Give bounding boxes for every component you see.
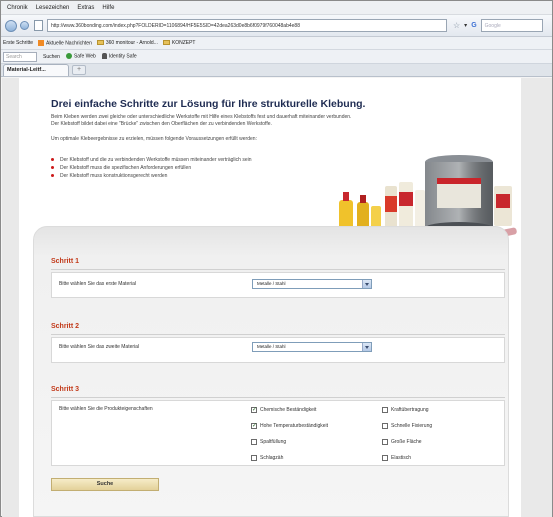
checkbox-unchecked[interactable] bbox=[251, 455, 257, 461]
page-title: Drei einfache Schritte zur Lösung für Ih… bbox=[51, 98, 366, 110]
security-toolbar: Search Suchen Safe Web Identity Safe bbox=[1, 50, 552, 64]
back-button[interactable] bbox=[5, 19, 17, 32]
bookmark-konzept-label: KONZEPT bbox=[171, 40, 196, 46]
bookmark-konzept[interactable]: KONZEPT bbox=[162, 40, 196, 46]
search-submit-button[interactable]: Suche bbox=[51, 478, 159, 491]
menu-extras[interactable]: Extras bbox=[77, 5, 94, 11]
property-label: Elastisch bbox=[391, 455, 412, 461]
navigation-bar: http://www.360bonding.com/index.php?FOLD… bbox=[1, 15, 552, 37]
step3-divider bbox=[51, 397, 505, 398]
list-item: Der Klebstoff und die zu verbindenden We… bbox=[51, 156, 252, 164]
menu-lesezeichen[interactable]: Lesezeichen bbox=[36, 5, 70, 11]
property-label: Schlagzäh bbox=[260, 455, 284, 461]
property-checkbox[interactable]: Schlagzäh bbox=[251, 455, 283, 461]
property-checkbox[interactable]: Spaltfüllung bbox=[251, 439, 286, 445]
toolbar-search-button[interactable]: Suchen bbox=[43, 54, 60, 60]
property-label: Chemische Beständigkeit bbox=[260, 407, 317, 413]
property-checkbox[interactable]: Schnelle Fixierung bbox=[382, 423, 432, 429]
step2-divider bbox=[51, 334, 505, 335]
property-label: Kraftübertragung bbox=[391, 407, 429, 413]
identity-safe-button[interactable]: Identity Safe bbox=[101, 53, 137, 60]
forward-button[interactable] bbox=[20, 21, 29, 30]
dropdown-arrow-icon[interactable]: ▾ bbox=[464, 22, 467, 29]
safe-web-icon bbox=[65, 53, 72, 60]
folder-icon bbox=[96, 40, 104, 46]
property-checkbox[interactable]: Hohe Temperaturbeständigkeit bbox=[251, 422, 329, 429]
identity-icon bbox=[101, 53, 107, 60]
intro-line: Beim Kleben werden zwei gleiche oder unt… bbox=[51, 114, 352, 120]
bookmarks-bar: Erste Schritte Aktuelle Nachrichten 360 … bbox=[1, 37, 552, 50]
bookmark-star-icon[interactable]: ☆ bbox=[453, 21, 460, 30]
page-icon bbox=[34, 20, 43, 31]
intro-line: Um optimale Klebeergebnisse zu erzielen,… bbox=[51, 136, 257, 142]
rss-icon bbox=[38, 39, 45, 46]
list-item: Der Klebstoff muss die spezifischen Anfo… bbox=[51, 164, 252, 172]
property-label: Hohe Temperaturbeständigkeit bbox=[260, 423, 329, 429]
checkbox-checked[interactable] bbox=[251, 406, 257, 413]
step3-title: Schritt 3 bbox=[51, 386, 80, 393]
page-viewport: Drei einfache Schritte zur Lösung für Ih… bbox=[2, 78, 552, 517]
menu-bar: Chronik Lesezeichen Extras Hilfe bbox=[1, 1, 552, 15]
page-content: Drei einfache Schritte zur Lösung für Ih… bbox=[19, 78, 521, 517]
address-bar[interactable]: http://www.360bonding.com/index.php?FOLD… bbox=[47, 19, 447, 32]
toolbar-search-input[interactable]: Search bbox=[3, 51, 37, 62]
tab-bar: Material-Leitf... + bbox=[1, 64, 552, 77]
menu-hilfe[interactable]: Hilfe bbox=[102, 5, 114, 11]
checkbox-unchecked[interactable] bbox=[382, 407, 388, 413]
material2-value: Metalle / Stahl bbox=[257, 344, 286, 349]
folder-icon bbox=[162, 40, 170, 46]
step2-title: Schritt 2 bbox=[51, 323, 80, 330]
property-checkbox[interactable]: Kraftübertragung bbox=[382, 407, 429, 413]
material1-select[interactable]: Metalle / Stahl bbox=[252, 279, 372, 289]
safe-web-button[interactable]: Safe Web bbox=[65, 53, 96, 60]
property-checkbox[interactable]: Große Fläche bbox=[382, 439, 422, 445]
material1-value: Metalle / Stahl bbox=[257, 281, 286, 286]
step2-label: Bitte wählen Sie das zweite Material bbox=[59, 344, 140, 350]
property-checkbox[interactable]: Chemische Beständigkeit bbox=[251, 406, 317, 413]
browser-window: Chronik Lesezeichen Extras Hilfe http://… bbox=[0, 0, 553, 517]
material2-select[interactable]: Metalle / Stahl bbox=[252, 342, 372, 352]
bookmark-monitour-label: 360 monitour - Arnold... bbox=[105, 40, 158, 46]
list-item: Der Klebstoff muss konstruktionsgerecht … bbox=[51, 172, 252, 180]
tab-material-leitfaden[interactable]: Material-Leitf... bbox=[3, 64, 69, 76]
checkbox-unchecked[interactable] bbox=[251, 439, 257, 445]
step1-title: Schritt 1 bbox=[51, 258, 80, 265]
new-tab-button[interactable]: + bbox=[72, 65, 86, 75]
identity-safe-label: Identity Safe bbox=[108, 53, 137, 60]
bookmark-nachrichten-label: Aktuelle Nachrichten bbox=[46, 40, 92, 47]
checkbox-unchecked[interactable] bbox=[382, 439, 388, 445]
web-search-input[interactable]: Google bbox=[480, 19, 543, 32]
property-label: Schnelle Fixierung bbox=[391, 423, 433, 429]
step3-label: Bitte wählen Sie die Produkteigenschafte… bbox=[59, 406, 153, 412]
property-checkbox[interactable]: Elastisch bbox=[382, 455, 411, 461]
google-icon[interactable]: G bbox=[471, 22, 476, 29]
bookmark-nachrichten[interactable]: Aktuelle Nachrichten bbox=[38, 39, 92, 47]
menu-chronik[interactable]: Chronik bbox=[7, 5, 28, 11]
chevron-down-icon[interactable] bbox=[362, 343, 371, 351]
checkbox-unchecked[interactable] bbox=[382, 423, 388, 429]
step1-divider bbox=[51, 269, 505, 270]
intro-line: Der Klebstoff bildet dabei eine "Brücke"… bbox=[51, 121, 272, 127]
requirements-list: Der Klebstoff und die zu verbindenden We… bbox=[51, 156, 252, 180]
bookmark-erste-schritte[interactable]: Erste Schritte bbox=[3, 40, 33, 46]
property-label: Spaltfüllung bbox=[260, 439, 287, 445]
bookmark-monitour[interactable]: 360 monitour - Arnold... bbox=[96, 40, 158, 46]
chevron-down-icon[interactable] bbox=[362, 280, 371, 288]
safe-web-label: Safe Web bbox=[73, 53, 96, 60]
step1-label: Bitte wählen Sie das erste Material bbox=[59, 281, 136, 287]
checkbox-checked[interactable] bbox=[251, 422, 257, 429]
property-label: Große Fläche bbox=[391, 439, 422, 445]
checkbox-unchecked[interactable] bbox=[382, 455, 388, 461]
